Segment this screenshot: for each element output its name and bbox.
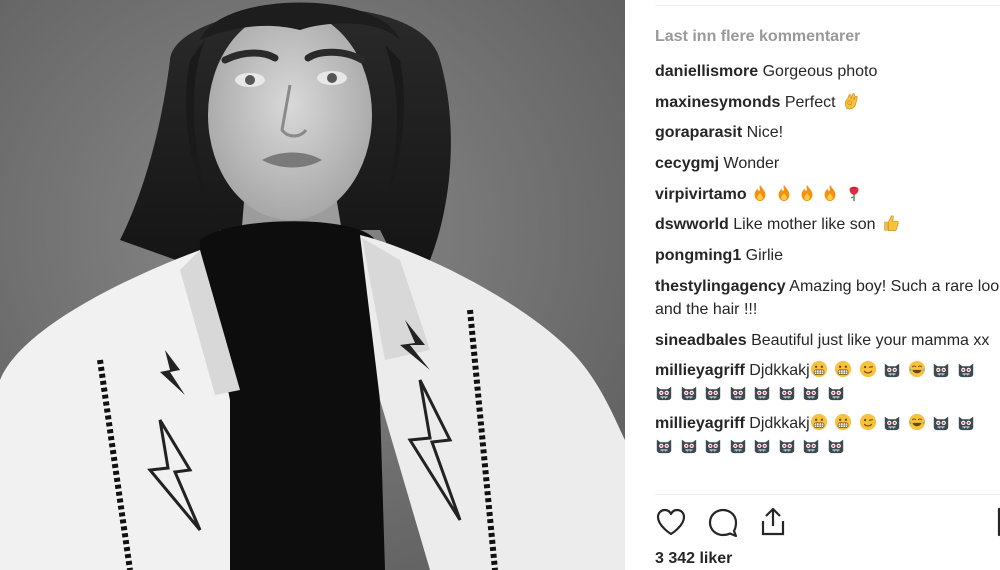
comment-item: cecygmj Wonder [655, 152, 1000, 175]
joy-icon [908, 361, 925, 378]
emoji-row-2 [655, 382, 1000, 405]
fire-icon [754, 184, 766, 201]
share-icon[interactable] [757, 506, 789, 538]
monster-icon [934, 363, 949, 378]
comment-username[interactable]: sineadbales [655, 332, 747, 349]
thumbs-up-icon [884, 215, 899, 232]
comment-text: Like mother like son [733, 216, 876, 234]
monster-icon [754, 386, 770, 401]
comment-item: pongming1 Girlie [655, 244, 1000, 267]
comment-item: millieyagriff Djdkkakj [655, 412, 1000, 458]
monster-icon [779, 386, 794, 401]
comment-emoji-group [751, 184, 869, 203]
wink-icon [859, 361, 876, 378]
fire-icon [801, 184, 813, 201]
comment-list: daniellismore Gorgeous photo maxinesymon… [655, 60, 1000, 466]
fire-icon [778, 184, 789, 201]
monster-icon [779, 439, 794, 454]
comment-text: Wonder [723, 155, 780, 173]
monster-icon [958, 363, 973, 378]
monster-icon [754, 439, 770, 454]
likes-count[interactable]: 3 342 liker [655, 550, 732, 568]
monster-icon [656, 386, 672, 401]
monster-icon [803, 386, 819, 401]
ok-hand-icon [844, 92, 858, 110]
comments-panel: Last inn flere kommentarer daniellismore… [625, 0, 1000, 570]
comment-item: virpivirtamo [655, 183, 1000, 206]
comment-item: sineadbales Beautiful just like your mam… [655, 329, 1000, 352]
load-more-comments-link[interactable]: Last inn flere kommentarer [655, 28, 860, 46]
comment-item: goraparasit Nice! [655, 121, 1000, 144]
comment-username[interactable]: cecygmj [655, 155, 719, 172]
rose-icon [849, 186, 859, 201]
comment-item: maxinesymonds Perfect [655, 91, 1000, 114]
comment-text: Girlie [745, 247, 784, 265]
emoji-row-2 [655, 435, 1000, 458]
monster-icon [681, 439, 696, 454]
divider [655, 5, 1000, 6]
comment-item: dswworld Like mother like son [655, 213, 1000, 236]
wink-icon [859, 414, 876, 431]
comment-bubble-icon[interactable] [707, 506, 739, 538]
comment-username[interactable]: thestylingagency [655, 278, 786, 295]
comment-username[interactable]: maxinesymonds [655, 94, 780, 111]
joy-icon [908, 414, 925, 431]
post-photo[interactable] [0, 0, 625, 570]
monster-icon [934, 416, 949, 431]
comment-item: daniellismore Gorgeous photo [655, 60, 1000, 83]
emoji-row-1 [810, 361, 982, 379]
comment-text: Gorgeous photo [762, 63, 878, 80]
comment-item: thestylingagency Amazing boy! Such a rar… [655, 275, 1000, 321]
comment-text: Nice! [746, 124, 784, 142]
monster-icon [803, 439, 819, 454]
portrait-image [0, 0, 625, 570]
comment-username[interactable]: millieyagriff [655, 362, 745, 379]
comment-item: millieyagriff Djdkkakj [655, 359, 1000, 405]
grimace-icon [810, 414, 827, 431]
monster-icon [885, 363, 900, 378]
comment-text: Beautiful just like your mamma xx [751, 331, 990, 349]
comment-username[interactable]: dswworld [655, 216, 729, 233]
monster-icon [958, 416, 973, 431]
fire-icon [825, 184, 836, 201]
comment-text: Perfect [784, 93, 836, 111]
grimace-icon [835, 414, 852, 431]
comment-text: Djdkkakj [749, 415, 810, 433]
comment-text: Djdkkakj [749, 362, 810, 380]
monster-icon [828, 386, 843, 401]
grimace-icon [810, 361, 827, 378]
monster-icon [828, 439, 843, 454]
post-actions [655, 506, 1000, 542]
monster-icon [705, 386, 721, 401]
divider [655, 494, 1000, 495]
monster-icon [730, 386, 745, 401]
monster-icon [705, 439, 721, 454]
heart-icon[interactable] [655, 506, 687, 538]
bookmark-icon[interactable] [993, 506, 1000, 538]
monster-icon [885, 416, 900, 431]
grimace-icon [835, 361, 852, 378]
monster-icon [656, 439, 672, 454]
comment-username[interactable]: pongming1 [655, 247, 741, 264]
comment-username[interactable]: virpivirtamo [655, 186, 747, 203]
monster-icon [681, 386, 696, 401]
monster-icon [730, 439, 745, 454]
comment-username[interactable]: daniellismore [655, 63, 758, 80]
comment-username[interactable]: millieyagriff [655, 415, 745, 432]
emoji-row-1 [810, 414, 982, 432]
comment-username[interactable]: goraparasit [655, 124, 742, 141]
